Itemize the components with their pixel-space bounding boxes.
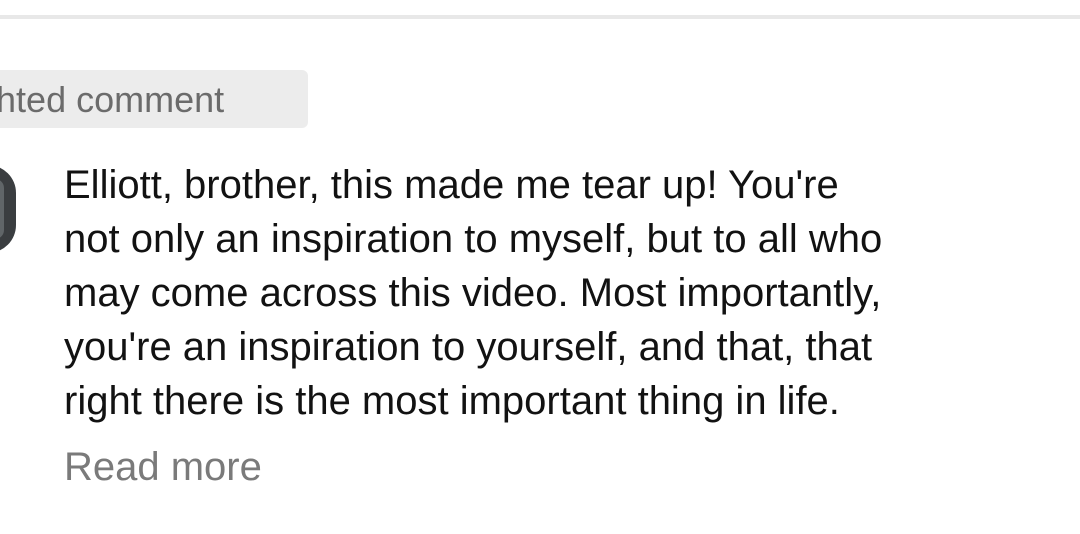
comment-line: not only an inspiration to myself, but t… bbox=[64, 217, 883, 261]
highlighted-comment-label: ighted comment bbox=[0, 79, 225, 120]
comment-line: Elliott, brother, this made me tear up! … bbox=[64, 163, 839, 207]
avatar-image bbox=[0, 179, 4, 239]
highlighted-comment-badge: ighted comment bbox=[0, 70, 308, 128]
avatar[interactable] bbox=[0, 165, 16, 253]
comment-line: you're an inspiration to yourself, and t… bbox=[64, 325, 873, 369]
comment-line: may come across this video. Most importa… bbox=[64, 271, 882, 315]
comment-line: right there is the most important thing … bbox=[64, 379, 840, 423]
comment-text: Elliott, brother, this made me tear up! … bbox=[64, 158, 1064, 428]
top-divider bbox=[0, 15, 1080, 19]
read-more-link[interactable]: Read more bbox=[64, 442, 262, 492]
